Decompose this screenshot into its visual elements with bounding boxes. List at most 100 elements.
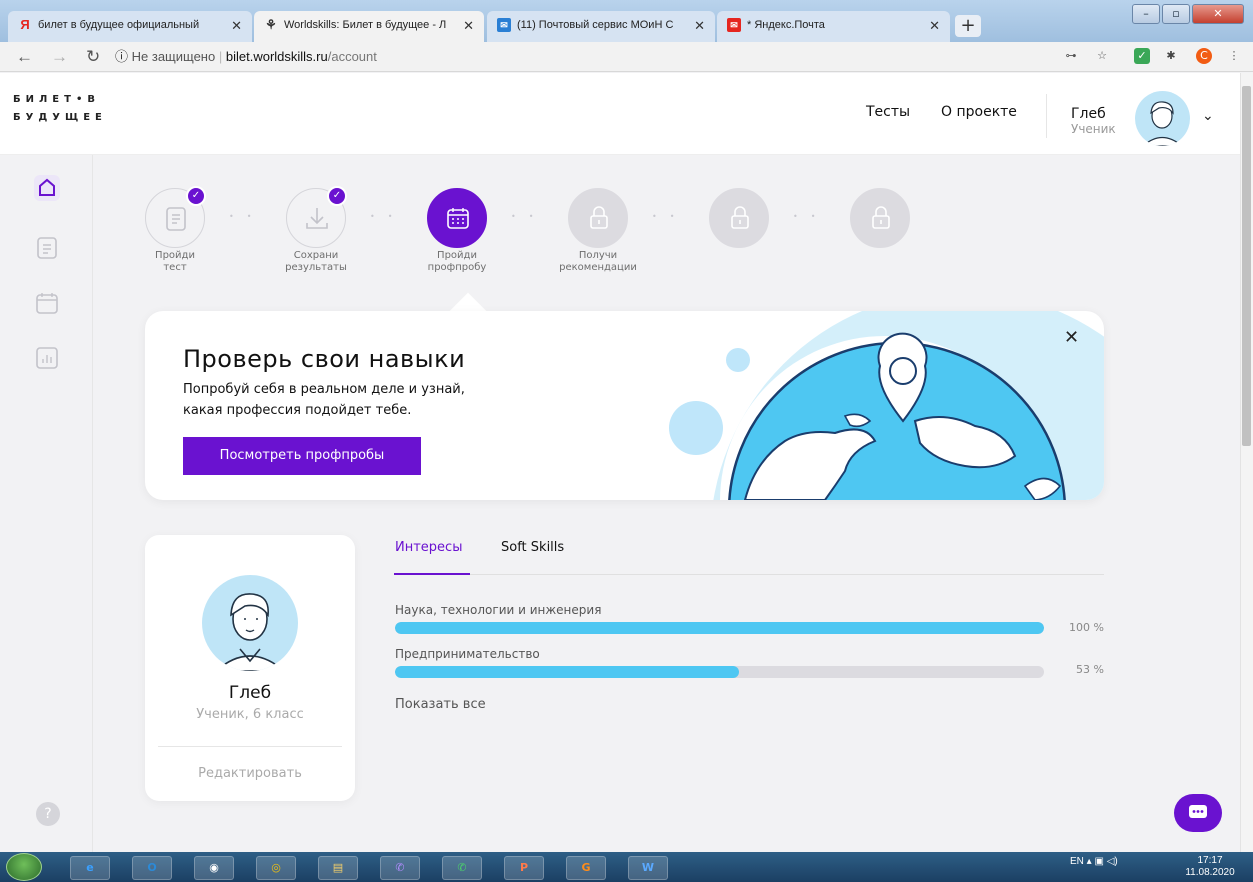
back-icon[interactable]: ←: [16, 47, 33, 67]
step-label: Пройди тест: [155, 250, 195, 273]
step-dots: ••: [511, 212, 547, 221]
banner-text: какая профессия подойдет тебе.: [183, 403, 412, 418]
yandex-mail-icon: ✉: [727, 18, 741, 32]
edit-profile-link[interactable]: Редактировать: [145, 766, 355, 781]
profile-name: Глеб: [228, 683, 272, 703]
security-label: Не защищено: [131, 49, 216, 64]
logo-line2[interactable]: БУДУЩЕЕ: [13, 112, 107, 123]
browser-tab-active[interactable]: ⚘ Worldskills: Билет в будущее - Л ✕: [254, 11, 484, 42]
help-icon[interactable]: ?: [36, 802, 60, 826]
close-tab-icon[interactable]: ✕: [463, 18, 474, 34]
close-icon[interactable]: ✕: [1064, 327, 1079, 348]
check-icon: ✓: [327, 186, 347, 206]
calendar-icon[interactable]: [34, 290, 60, 316]
ie-icon[interactable]: e: [70, 856, 110, 880]
menu-icon[interactable]: ⋮: [1226, 48, 1242, 64]
viber-icon[interactable]: ✆: [380, 856, 420, 880]
pdf-icon[interactable]: G: [566, 856, 606, 880]
key-icon[interactable]: ⊶: [1063, 48, 1079, 64]
forward-icon[interactable]: →: [51, 47, 68, 67]
tab-active-underline: [394, 573, 470, 575]
close-tab-icon[interactable]: ✕: [694, 18, 705, 34]
chrome-icon[interactable]: ◎: [256, 856, 296, 880]
step-label: Пройди профпробу: [427, 250, 487, 273]
star-icon[interactable]: ☆: [1094, 48, 1110, 64]
scrollbar-thumb[interactable]: [1242, 86, 1251, 446]
banner-title: Проверь свои навыки: [183, 345, 466, 373]
reload-icon[interactable]: ↻: [86, 47, 100, 67]
info-icon[interactable]: ⓘ: [115, 49, 128, 64]
clock-time[interactable]: 17:17: [1190, 855, 1230, 866]
interest-label: Наука, технологии и инженерия: [395, 603, 602, 617]
whatsapp-icon[interactable]: ✆: [442, 856, 482, 880]
powerpoint-icon[interactable]: P: [504, 856, 544, 880]
banner-text: Попробуй себя в реальном деле и узнай,: [183, 382, 465, 397]
interest-bar: [395, 666, 1044, 678]
start-button[interactable]: [6, 853, 42, 881]
extension-icon[interactable]: ✓: [1134, 48, 1150, 64]
browser-tab[interactable]: Я билет в будущее официальный ✕: [8, 11, 252, 42]
view-profprobes-button[interactable]: Посмотреть профпробы: [183, 437, 421, 475]
step-dots: ••: [793, 212, 829, 221]
word-icon[interactable]: W: [628, 856, 668, 880]
interest-bar-fill: [395, 666, 739, 678]
yandex-icon: Я: [20, 17, 30, 32]
url-host: bilet.worldskills.ru: [225, 49, 328, 64]
tab-interests[interactable]: Интересы: [395, 540, 462, 555]
chat-icon: [1189, 805, 1207, 818]
step-locked[interactable]: [709, 188, 769, 248]
step-dots: ••: [370, 212, 406, 221]
address-bar: ← → ↻ ⓘ Не защищено | bilet.worldskills.…: [0, 42, 1253, 72]
nav-about[interactable]: О проекте: [941, 104, 1017, 120]
browser-tab[interactable]: ✉ (11) Почтовый сервис МОиН С ✕: [487, 11, 715, 42]
interest-percent: 100 %: [1069, 621, 1104, 634]
step-recommendations[interactable]: [568, 188, 628, 248]
header-divider: [1046, 94, 1047, 138]
step-dots: ••: [652, 212, 688, 221]
browser-tab[interactable]: ✉ * Яндекс.Почта ✕: [717, 11, 950, 42]
url-field[interactable]: ⓘ Не защищено | bilet.worldskills.ru/acc…: [115, 46, 1055, 68]
close-tab-icon[interactable]: ✕: [231, 18, 242, 34]
stats-icon[interactable]: [34, 345, 60, 371]
maximize-button[interactable]: ▫: [1162, 4, 1190, 24]
puzzle-icon[interactable]: ✱: [1163, 48, 1179, 64]
interest-percent: 53 %: [1076, 663, 1104, 676]
tab-title: * Яндекс.Почта: [747, 19, 825, 31]
sidebar: [0, 155, 93, 855]
show-all-link[interactable]: Показать все: [395, 697, 486, 712]
chat-button[interactable]: [1174, 794, 1222, 832]
screen: Я билет в будущее официальный ✕ ⚘ Worlds…: [0, 0, 1253, 882]
new-tab-button[interactable]: +: [955, 15, 981, 37]
avatar[interactable]: [1135, 91, 1190, 146]
profile-icon[interactable]: C: [1196, 48, 1212, 64]
interest-bar: [395, 622, 1044, 634]
messenger-icon[interactable]: ◉: [194, 856, 234, 880]
home-icon[interactable]: [34, 175, 60, 201]
clock-date[interactable]: 11.08.2020: [1180, 867, 1240, 878]
language-indicator[interactable]: EN: [1070, 856, 1084, 867]
explorer-icon[interactable]: ▤: [318, 856, 358, 880]
url-path: /account: [327, 49, 377, 64]
close-window-button[interactable]: ✕: [1192, 4, 1244, 24]
header-user-role: Ученик: [1071, 122, 1116, 136]
step-locked[interactable]: [850, 188, 910, 248]
outlook-icon[interactable]: O: [132, 856, 172, 880]
close-tab-icon[interactable]: ✕: [929, 18, 940, 34]
avatar: [202, 575, 298, 671]
profile-role: Ученик, 6 класс: [196, 707, 304, 722]
worldskills-icon: ⚘: [265, 17, 277, 32]
windows-taskbar: [0, 852, 1253, 882]
chevron-down-icon[interactable]: ⌄: [1202, 108, 1214, 124]
minimize-button[interactable]: –: [1132, 4, 1160, 24]
logo-line1[interactable]: БИЛЕТ•В: [13, 94, 100, 105]
step-dots: ••: [229, 212, 265, 221]
interest-bar-fill: [395, 622, 1044, 634]
nav-tests[interactable]: Тесты: [866, 104, 910, 120]
step-profprobe[interactable]: [427, 188, 487, 248]
header-user-name[interactable]: Глеб: [1071, 106, 1106, 122]
browser-tab-bar: Я билет в будущее официальный ✕ ⚘ Worlds…: [0, 0, 1253, 42]
tests-icon[interactable]: [34, 235, 60, 261]
system-tray[interactable]: EN ▴ ▣ ◁): [1070, 856, 1118, 867]
tab-soft-skills[interactable]: Soft Skills: [501, 540, 564, 555]
site-header: БИЛЕТ•В БУДУЩЕЕ Тесты О проекте: [0, 73, 1240, 155]
